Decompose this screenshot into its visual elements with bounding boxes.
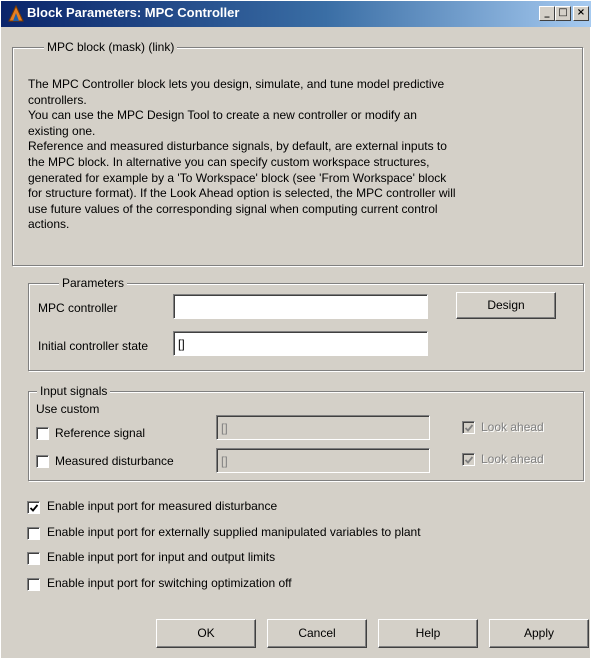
mask-group-legend: MPC block (mask) (link) — [44, 40, 178, 54]
initial-state-label: Initial controller state — [38, 339, 149, 353]
description-line: generated for example by a 'To Workspace… — [28, 170, 447, 185]
description-line: You can use the MPC Design Tool to creat… — [28, 108, 417, 123]
checkmark-icon — [464, 456, 474, 464]
maximize-button[interactable]: □ — [555, 6, 571, 21]
reference-signal-checkbox[interactable] — [36, 427, 49, 440]
reference-look-ahead-checkbox[interactable] — [462, 421, 475, 434]
initial-state-field[interactable] — [173, 331, 428, 356]
mpc-controller-label: MPC controller — [38, 301, 118, 315]
measured-disturbance-port-label: Enable input port for measured disturban… — [47, 499, 278, 513]
block-parameters-dialog: Block Parameters: MPC Controller _ □ × M… — [0, 0, 591, 658]
switching-optimization-port-label: Enable input port for switching optimiza… — [47, 576, 292, 590]
switching-optimization-port-checkbox[interactable] — [27, 578, 40, 591]
apply-button[interactable]: Apply — [489, 619, 589, 648]
description-line: actions. — [28, 217, 70, 232]
parameters-legend: Parameters — [59, 276, 128, 290]
measured-disturbance-label: Measured disturbance — [55, 454, 174, 468]
title-bar[interactable]: Block Parameters: MPC Controller _ □ × — [1, 1, 591, 27]
measured-disturbance-field[interactable] — [216, 448, 430, 473]
limits-port-checkbox[interactable] — [27, 552, 40, 565]
ok-button[interactable]: OK — [156, 619, 256, 648]
use-custom-label: Use custom — [36, 402, 100, 416]
close-button[interactable]: × — [573, 6, 589, 21]
manipulated-variables-port-checkbox[interactable] — [27, 527, 40, 540]
manipulated-variables-port-label: Enable input port for externally supplie… — [47, 525, 421, 539]
checkmark-icon — [29, 504, 39, 512]
mpc-controller-field[interactable] — [173, 294, 428, 319]
input-signals-legend: Input signals — [37, 384, 111, 398]
reference-signal-label: Reference signal — [55, 426, 146, 440]
checkmark-icon — [464, 424, 474, 432]
limits-port-label: Enable input port for input and output l… — [47, 550, 276, 564]
mask-description: The MPC Controller block lets you design… — [28, 77, 556, 233]
cancel-button[interactable]: Cancel — [267, 619, 367, 648]
measured-look-ahead-label: Look ahead — [481, 452, 544, 466]
minimize-button[interactable]: _ — [539, 6, 555, 21]
description-line: existing one. — [28, 123, 96, 138]
description-line: the MPC block. In alternative you can sp… — [28, 154, 430, 169]
measured-look-ahead-checkbox[interactable] — [462, 453, 475, 466]
design-button[interactable]: Design — [456, 292, 556, 319]
measured-disturbance-checkbox[interactable] — [36, 455, 49, 468]
description-line: controllers. — [28, 92, 87, 107]
reference-look-ahead-label: Look ahead — [481, 420, 544, 434]
measured-disturbance-port-checkbox[interactable] — [27, 501, 40, 514]
simulink-block-icon — [8, 5, 24, 22]
help-button[interactable]: Help — [378, 619, 478, 648]
description-line: use future values of the corresponding s… — [28, 201, 438, 216]
description-line: for structure format). If the Look Ahead… — [28, 186, 456, 201]
description-line: Reference and measured disturbance signa… — [28, 139, 447, 154]
description-line: The MPC Controller block lets you design… — [28, 77, 445, 91]
window-title: Block Parameters: MPC Controller — [27, 5, 240, 20]
reference-signal-field[interactable] — [216, 415, 430, 440]
